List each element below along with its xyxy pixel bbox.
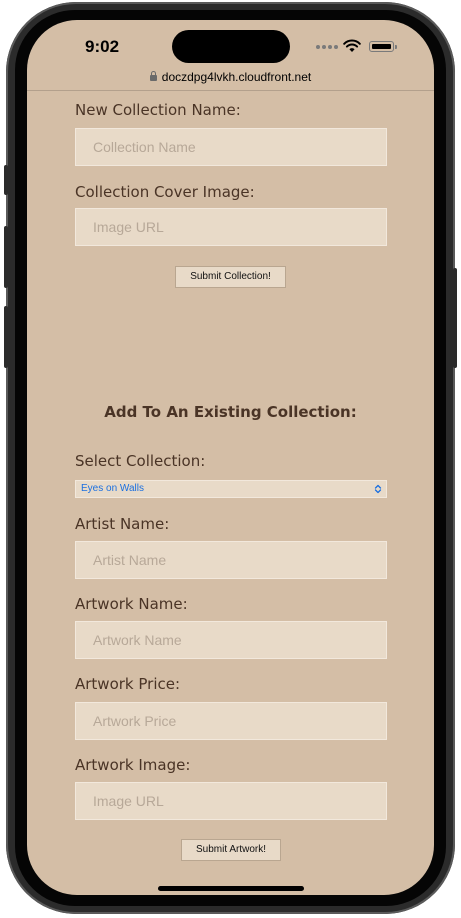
- address-bar[interactable]: doczdpg4lvkh.cloudfront.net: [27, 68, 434, 90]
- collection-name-label: New Collection Name:: [75, 101, 241, 119]
- artist-name-input[interactable]: [75, 541, 387, 579]
- power-button: [453, 268, 457, 368]
- artwork-price-input[interactable]: [75, 702, 387, 740]
- dynamic-island: [172, 30, 290, 63]
- cellular-signal-icon: [316, 45, 338, 51]
- collection-cover-label: Collection Cover Image:: [75, 183, 255, 201]
- existing-collection-heading: Add To An Existing Collection:: [104, 403, 357, 421]
- collection-name-input[interactable]: [75, 128, 387, 166]
- volume-up-button: [4, 226, 8, 288]
- lock-icon: [149, 71, 157, 81]
- select-collection-label: Select Collection:: [75, 452, 206, 470]
- artwork-price-label: Artwork Price:: [75, 675, 181, 693]
- submit-artwork-button[interactable]: Submit Artwork!: [181, 839, 281, 861]
- battery-icon: [369, 41, 397, 52]
- submit-collection-button[interactable]: Submit Collection!: [175, 266, 286, 288]
- volume-down-button: [4, 306, 8, 368]
- artwork-image-input[interactable]: [75, 782, 387, 820]
- collection-select-value: Eyes on Walls: [81, 483, 144, 494]
- artwork-name-label: Artwork Name:: [75, 595, 188, 613]
- collection-cover-input[interactable]: [75, 208, 387, 246]
- page-content: New Collection Name: Collection Cover Im…: [27, 91, 434, 895]
- phone-screen: 9:02 doczdpg4lvkh.cloudfront.net New Col…: [27, 20, 434, 895]
- artwork-name-input[interactable]: [75, 621, 387, 659]
- wifi-icon: [343, 39, 361, 52]
- home-indicator[interactable]: [158, 886, 304, 891]
- silent-switch: [4, 165, 8, 195]
- url-text: doczdpg4lvkh.cloudfront.net: [161, 70, 312, 84]
- status-time: 9:02: [85, 37, 120, 56]
- artist-name-label: Artist Name:: [75, 515, 170, 533]
- collection-select[interactable]: Eyes on Walls: [75, 480, 387, 498]
- chevron-updown-icon: [374, 484, 382, 494]
- artwork-image-label: Artwork Image:: [75, 756, 191, 774]
